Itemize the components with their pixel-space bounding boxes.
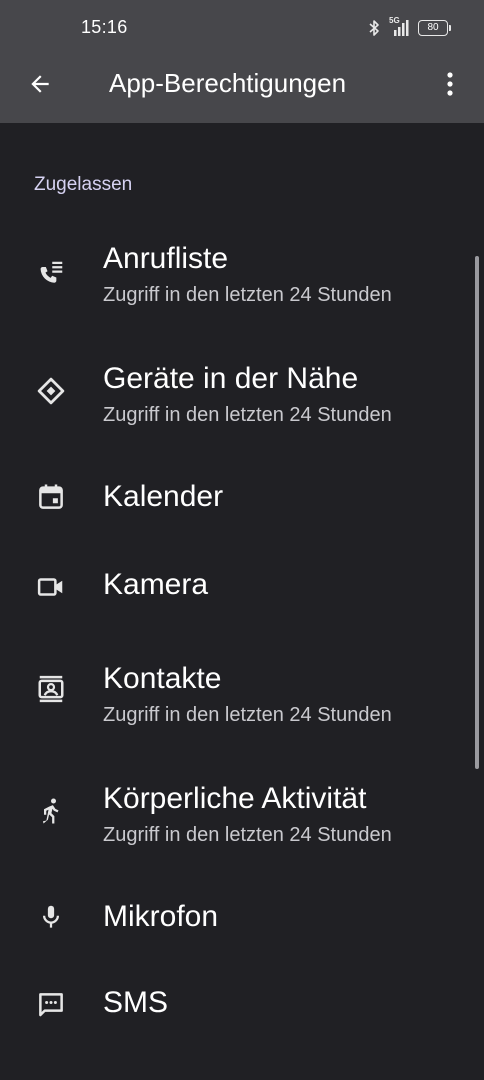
signal-icon: 5G [389, 16, 409, 37]
permission-label: Kalender [103, 480, 224, 513]
section-header-allowed: Zugelassen [34, 174, 133, 195]
back-button[interactable] [22, 66, 58, 102]
permission-label: SMS [103, 986, 169, 1019]
permission-summary: Zugriff in den letzten 24 Stunden [103, 404, 392, 426]
contacts-icon [36, 674, 66, 704]
permission-item-sms[interactable]: SMS [0, 976, 470, 1036]
bluetooth-icon [368, 19, 380, 37]
permission-summary: Zugriff in den letzten 24 Stunden [103, 284, 392, 306]
app-bar: App-Berechtigungen [0, 56, 484, 123]
arrow-back-icon [31, 75, 49, 93]
permission-item-physical-activity[interactable]: Körperliche Aktivität Zugriff in den let… [0, 770, 470, 870]
permission-summary: Zugriff in den letzten 24 Stunden [103, 824, 392, 846]
status-icons: 5G 80 [368, 16, 451, 39]
permission-item-call-log[interactable]: Anrufliste Zugriff in den letzten 24 Stu… [0, 230, 470, 330]
permission-label: Kamera [103, 568, 209, 601]
permission-label: Kontakte [103, 662, 222, 695]
permission-item-camera[interactable]: Kamera [0, 558, 470, 618]
permission-label: Körperliche Aktivität [103, 782, 367, 815]
permission-label: Mikrofon [103, 900, 219, 933]
scrollbar[interactable] [475, 256, 479, 769]
permission-item-contacts[interactable]: Kontakte Zugriff in den letzten 24 Stund… [0, 650, 470, 750]
camera-icon [36, 572, 66, 602]
overflow-menu-button[interactable] [432, 66, 468, 102]
nearby-devices-icon [36, 376, 66, 406]
microphone-icon [36, 902, 66, 932]
status-time: 15:16 [81, 17, 128, 37]
permission-summary: Zugriff in den letzten 24 Stunden [103, 704, 392, 726]
sms-icon [36, 990, 66, 1020]
physical-activity-icon [36, 796, 66, 826]
status-bar: 15:16 5G 80 [0, 0, 484, 56]
permission-label: Geräte in der Nähe [103, 362, 359, 395]
top-bar: 15:16 5G 80 App-Berechtigungen [0, 0, 484, 123]
calendar-icon [36, 482, 66, 512]
battery-icon: 80 [418, 20, 451, 36]
call-log-icon [36, 258, 66, 288]
permission-label: Anrufliste [103, 242, 229, 275]
permission-item-nearby-devices[interactable]: Geräte in der Nähe Zugriff in den letzte… [0, 350, 470, 450]
permission-item-calendar[interactable]: Kalender [0, 470, 470, 530]
page-title: App-Berechtigungen [109, 68, 347, 98]
permission-item-microphone[interactable]: Mikrofon [0, 890, 470, 950]
more-vert-icon [447, 72, 453, 96]
